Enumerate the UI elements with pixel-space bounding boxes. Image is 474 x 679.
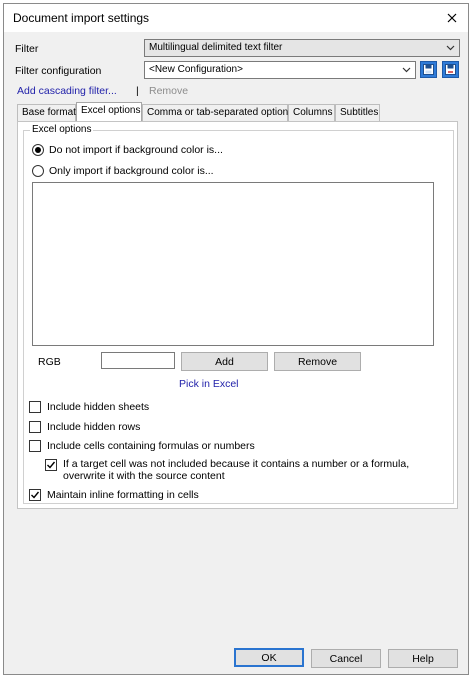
filter-config-select[interactable]: <New Configuration> [144,61,416,79]
formulas-label: Include cells containing formulas or num… [47,440,255,452]
filter-config-label: Filter configuration [15,65,102,77]
chevron-down-icon [446,45,455,51]
tab-subtitles[interactable]: Subtitles [335,104,380,121]
tab-base-format[interactable]: Base format [17,104,76,121]
save-as-config-button[interactable] [442,61,459,78]
link-separator: | [136,85,139,97]
remove-cascading-link[interactable]: Remove [149,85,188,97]
save-config-button[interactable] [420,61,437,78]
rgb-label: RGB [38,356,61,368]
dialog-window: Document import settings Filter Multilin… [3,3,469,675]
hidden-sheets-label: Include hidden sheets [47,401,150,413]
overwrite-checkbox[interactable] [45,459,57,471]
help-button[interactable]: Help [388,649,458,668]
filter-value: Multilingual delimited text filter [149,42,283,53]
group-title: Excel options [30,124,94,135]
filter-label: Filter [15,43,39,55]
excel-options-panel: Excel options Do not import if backgroun… [17,121,458,509]
hidden-sheets-checkbox[interactable] [29,401,41,413]
hidden-rows-label: Include hidden rows [47,421,141,433]
add-cascading-filter-link[interactable]: Add cascading filter... [17,85,117,97]
add-color-button[interactable]: Add [181,352,268,371]
close-icon [447,13,457,23]
overwrite-label: If a target cell was not included becaus… [63,458,410,482]
radio-only-import[interactable] [32,165,44,177]
save-icon [423,64,434,75]
pick-in-excel-link[interactable]: Pick in Excel [179,378,239,390]
radio-not-import[interactable] [32,144,44,156]
chevron-down-icon [402,67,411,73]
filter-config-value: <New Configuration> [149,64,243,75]
checkmark-icon [47,461,56,469]
filter-select[interactable]: Multilingual delimited text filter [144,39,460,57]
tab-columns[interactable]: Columns [288,104,335,121]
remove-color-button[interactable]: Remove [274,352,361,371]
color-list[interactable] [32,182,434,346]
formulas-checkbox[interactable] [29,440,41,452]
title-bar: Document import settings [4,4,468,32]
close-button[interactable] [442,8,462,28]
window-title: Document import settings [13,11,150,25]
checkmark-icon [31,491,40,499]
tab-excel-options[interactable]: Excel options [76,102,142,122]
radio-not-import-label: Do not import if background color is... [49,144,223,156]
save-as-icon [445,64,456,75]
inline-formatting-label: Maintain inline formatting in cells [47,489,199,501]
tab-comma-tab-options[interactable]: Comma or tab-separated options [142,104,293,121]
rgb-input[interactable] [101,352,175,369]
cancel-button[interactable]: Cancel [311,649,381,668]
radio-only-import-label: Only import if background color is... [49,165,214,177]
inline-formatting-checkbox[interactable] [29,489,41,501]
excel-options-group: Excel options Do not import if backgroun… [23,124,454,504]
hidden-rows-checkbox[interactable] [29,421,41,433]
ok-button[interactable]: OK [234,648,304,667]
